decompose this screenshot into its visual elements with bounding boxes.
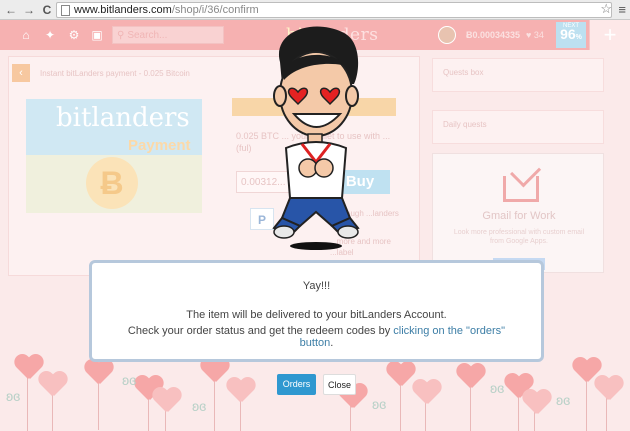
butterfly-icon: ʚɞ: [490, 380, 505, 396]
balloon-string: [214, 378, 215, 431]
back-button[interactable]: ←: [4, 3, 18, 17]
butterfly-icon: ʚɞ: [192, 398, 207, 414]
balloon-string: [586, 378, 587, 431]
gmail-icon: [503, 176, 539, 202]
quests-box[interactable]: Quests box: [432, 58, 604, 92]
quests-icon[interactable]: ✦: [42, 27, 58, 43]
reload-button[interactable]: C: [40, 3, 54, 17]
butterfly-icon: ʚɞ: [556, 392, 571, 408]
back-arrow-button[interactable]: ‹: [12, 64, 30, 82]
heart-icon: [152, 388, 180, 414]
dialog-instructions: Check your order status and get the rede…: [127, 325, 506, 349]
url-host: www.bitlanders.com: [74, 4, 172, 16]
heart-icon: [456, 364, 484, 390]
orders-button[interactable]: Orders: [277, 374, 316, 395]
dialog-title: Yay!!!: [302, 280, 331, 292]
gear-icon[interactable]: ⚙: [66, 27, 82, 43]
address-bar[interactable]: www.bitlanders.com /shop/i/36/confirm: [56, 2, 612, 18]
card-title: bitlanders: [56, 103, 190, 133]
dialog-message: The item will be delivered to your bitLa…: [186, 309, 447, 321]
balloon-string: [27, 375, 28, 431]
ad-title: Gmail for Work: [482, 210, 556, 222]
butterfly-icon: ʚɞ: [6, 388, 21, 404]
home-icon[interactable]: ⌂: [18, 27, 34, 43]
product-card-image: bitlanders Payment Ƀ: [26, 99, 202, 213]
butterfly-icon: ʚɞ: [372, 396, 387, 412]
cart-icon[interactable]: ▣: [89, 27, 105, 43]
heart-icon: [594, 376, 622, 402]
close-button[interactable]: Close: [323, 374, 356, 395]
bookmark-star-icon[interactable]: ☆: [600, 1, 612, 17]
breadcrumb: Instant bitLanders payment - 0.025 Bitco…: [40, 69, 190, 78]
ad-subtitle: Look more professional with custom email…: [453, 229, 585, 245]
search-icon: ⚲: [117, 29, 125, 41]
heart-icon: [412, 380, 440, 406]
browser-menu-icon[interactable]: ≡: [618, 2, 626, 17]
gmail-ad[interactable]: Gmail for Work Look more professional wi…: [432, 153, 604, 273]
wallet-balance[interactable]: Ƀ0.00034335: [466, 30, 520, 40]
page-icon: [61, 4, 70, 16]
card-subtitle: Payment: [128, 137, 191, 154]
search-placeholder: Search...: [127, 29, 168, 41]
butterfly-icon: ʚɞ: [122, 372, 137, 388]
daily-quests[interactable]: Daily quests: [432, 110, 604, 144]
heart-icon: [38, 372, 66, 398]
balloon-string: [98, 380, 99, 430]
add-button[interactable]: +: [589, 20, 630, 50]
badges-count[interactable]: ♥ 34: [526, 30, 544, 40]
forward-button[interactable]: →: [22, 3, 36, 17]
heart-icon: [386, 362, 414, 388]
browser-toolbar: ← → C www.bitlanders.com /shop/i/36/conf…: [0, 0, 630, 20]
heart-icon: [522, 390, 550, 416]
bitcoin-icon: Ƀ: [86, 157, 138, 209]
search-input[interactable]: ⚲ Search...: [112, 26, 224, 44]
cartoon-mascot: [272, 26, 360, 250]
balloon-string: [470, 384, 471, 431]
heart-icon: [84, 360, 112, 386]
balloon-string: [400, 382, 401, 431]
level-progress[interactable]: NEXT 96%: [556, 22, 586, 48]
heart-icon: [226, 378, 254, 404]
confirmation-dialog: Yay!!! The item will be delivered to you…: [89, 260, 544, 362]
url-path: /shop/i/36/confirm: [171, 4, 259, 16]
avatar[interactable]: [438, 26, 456, 44]
